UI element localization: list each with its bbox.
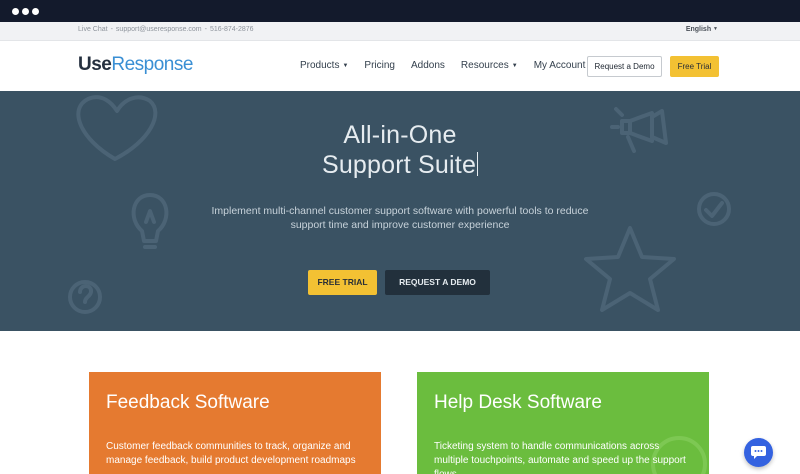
phone-number: 516-874-2876 <box>209 26 254 33</box>
window-controls[interactable] <box>12 8 39 15</box>
hero-subtitle-line2: support time and improve customer experi… <box>290 219 510 231</box>
typing-cursor <box>477 152 479 176</box>
chat-widget-button[interactable] <box>744 438 773 467</box>
live-chat-link[interactable]: Live Chat <box>78 26 108 33</box>
hero-section: All-in-One Support Suite Implement multi… <box>0 91 800 331</box>
language-selector[interactable]: English ▼ <box>686 26 718 33</box>
card-title: Feedback Software <box>106 392 270 413</box>
question-icon <box>68 280 102 314</box>
card-description: Customer feedback communities to track, … <box>106 441 356 466</box>
main-navbar: UseResponse Products ▼ Pricing Addons Res… <box>0 41 800 91</box>
hero-subtitle-line1: Implement multi-channel customer support… <box>211 205 589 217</box>
chevron-down-icon: ▼ <box>511 63 518 69</box>
chevron-down-icon: ▼ <box>342 63 349 69</box>
feedback-software-card[interactable]: Feedback Software Customer feedback comm… <box>89 372 381 474</box>
contact-info: Live Chat - support@useresponse.com -516-87… <box>78 26 254 33</box>
logo-text-response: Response <box>111 54 193 75</box>
nav-label: My Account <box>533 60 586 71</box>
nav-item-products[interactable]: Products ▼ <box>300 60 348 71</box>
hero-free-trial-button[interactable]: FREE TRIAL <box>308 270 377 295</box>
hero-title-line2: Support Suite <box>0 151 800 180</box>
window-dot-close[interactable] <box>12 8 19 15</box>
hero-request-demo-button[interactable]: REQUEST A DEMO <box>385 270 490 295</box>
nav-item-my-account[interactable]: My Account <box>534 60 586 71</box>
nav-label: Resources <box>460 60 509 71</box>
hero-title-text: Support Suite <box>321 151 477 179</box>
language-label: English <box>685 26 712 33</box>
window-dot-minimize[interactable] <box>22 8 29 15</box>
help-desk-software-card[interactable]: Help Desk Software Ticketing system to h… <box>417 372 709 474</box>
nav-label: Products <box>300 60 340 71</box>
nav-item-resources[interactable]: Resources ▼ <box>461 60 518 71</box>
top-contact-bar: Live Chat - support@useresponse.com -516-87… <box>0 22 800 41</box>
request-demo-button[interactable]: Request a Demo <box>587 56 662 77</box>
window-title-bar <box>0 0 800 22</box>
hero-title-line1: All-in-One <box>343 121 457 149</box>
support-email-link[interactable]: support@useresponse.com <box>116 26 202 33</box>
chat-icon <box>751 446 766 459</box>
nav-item-addons[interactable]: Addons <box>411 60 445 71</box>
free-trial-button[interactable]: Free Trial <box>670 56 719 77</box>
window-dot-maximize[interactable] <box>32 8 39 15</box>
nav-item-pricing[interactable]: Pricing <box>364 60 395 71</box>
primary-nav: Products ▼ Pricing Addons Resources ▼ My A… <box>300 60 601 71</box>
card-description: Ticketing system to handle communication… <box>434 441 686 474</box>
card-title: Help Desk Software <box>434 392 602 413</box>
logo-text-use: Use <box>78 54 112 75</box>
site-logo[interactable]: UseResponse <box>78 54 193 76</box>
star-icon <box>584 226 676 312</box>
nav-label: Addons <box>411 60 445 71</box>
nav-label: Pricing <box>364 60 395 71</box>
chevron-down-icon: ▼ <box>713 26 718 32</box>
